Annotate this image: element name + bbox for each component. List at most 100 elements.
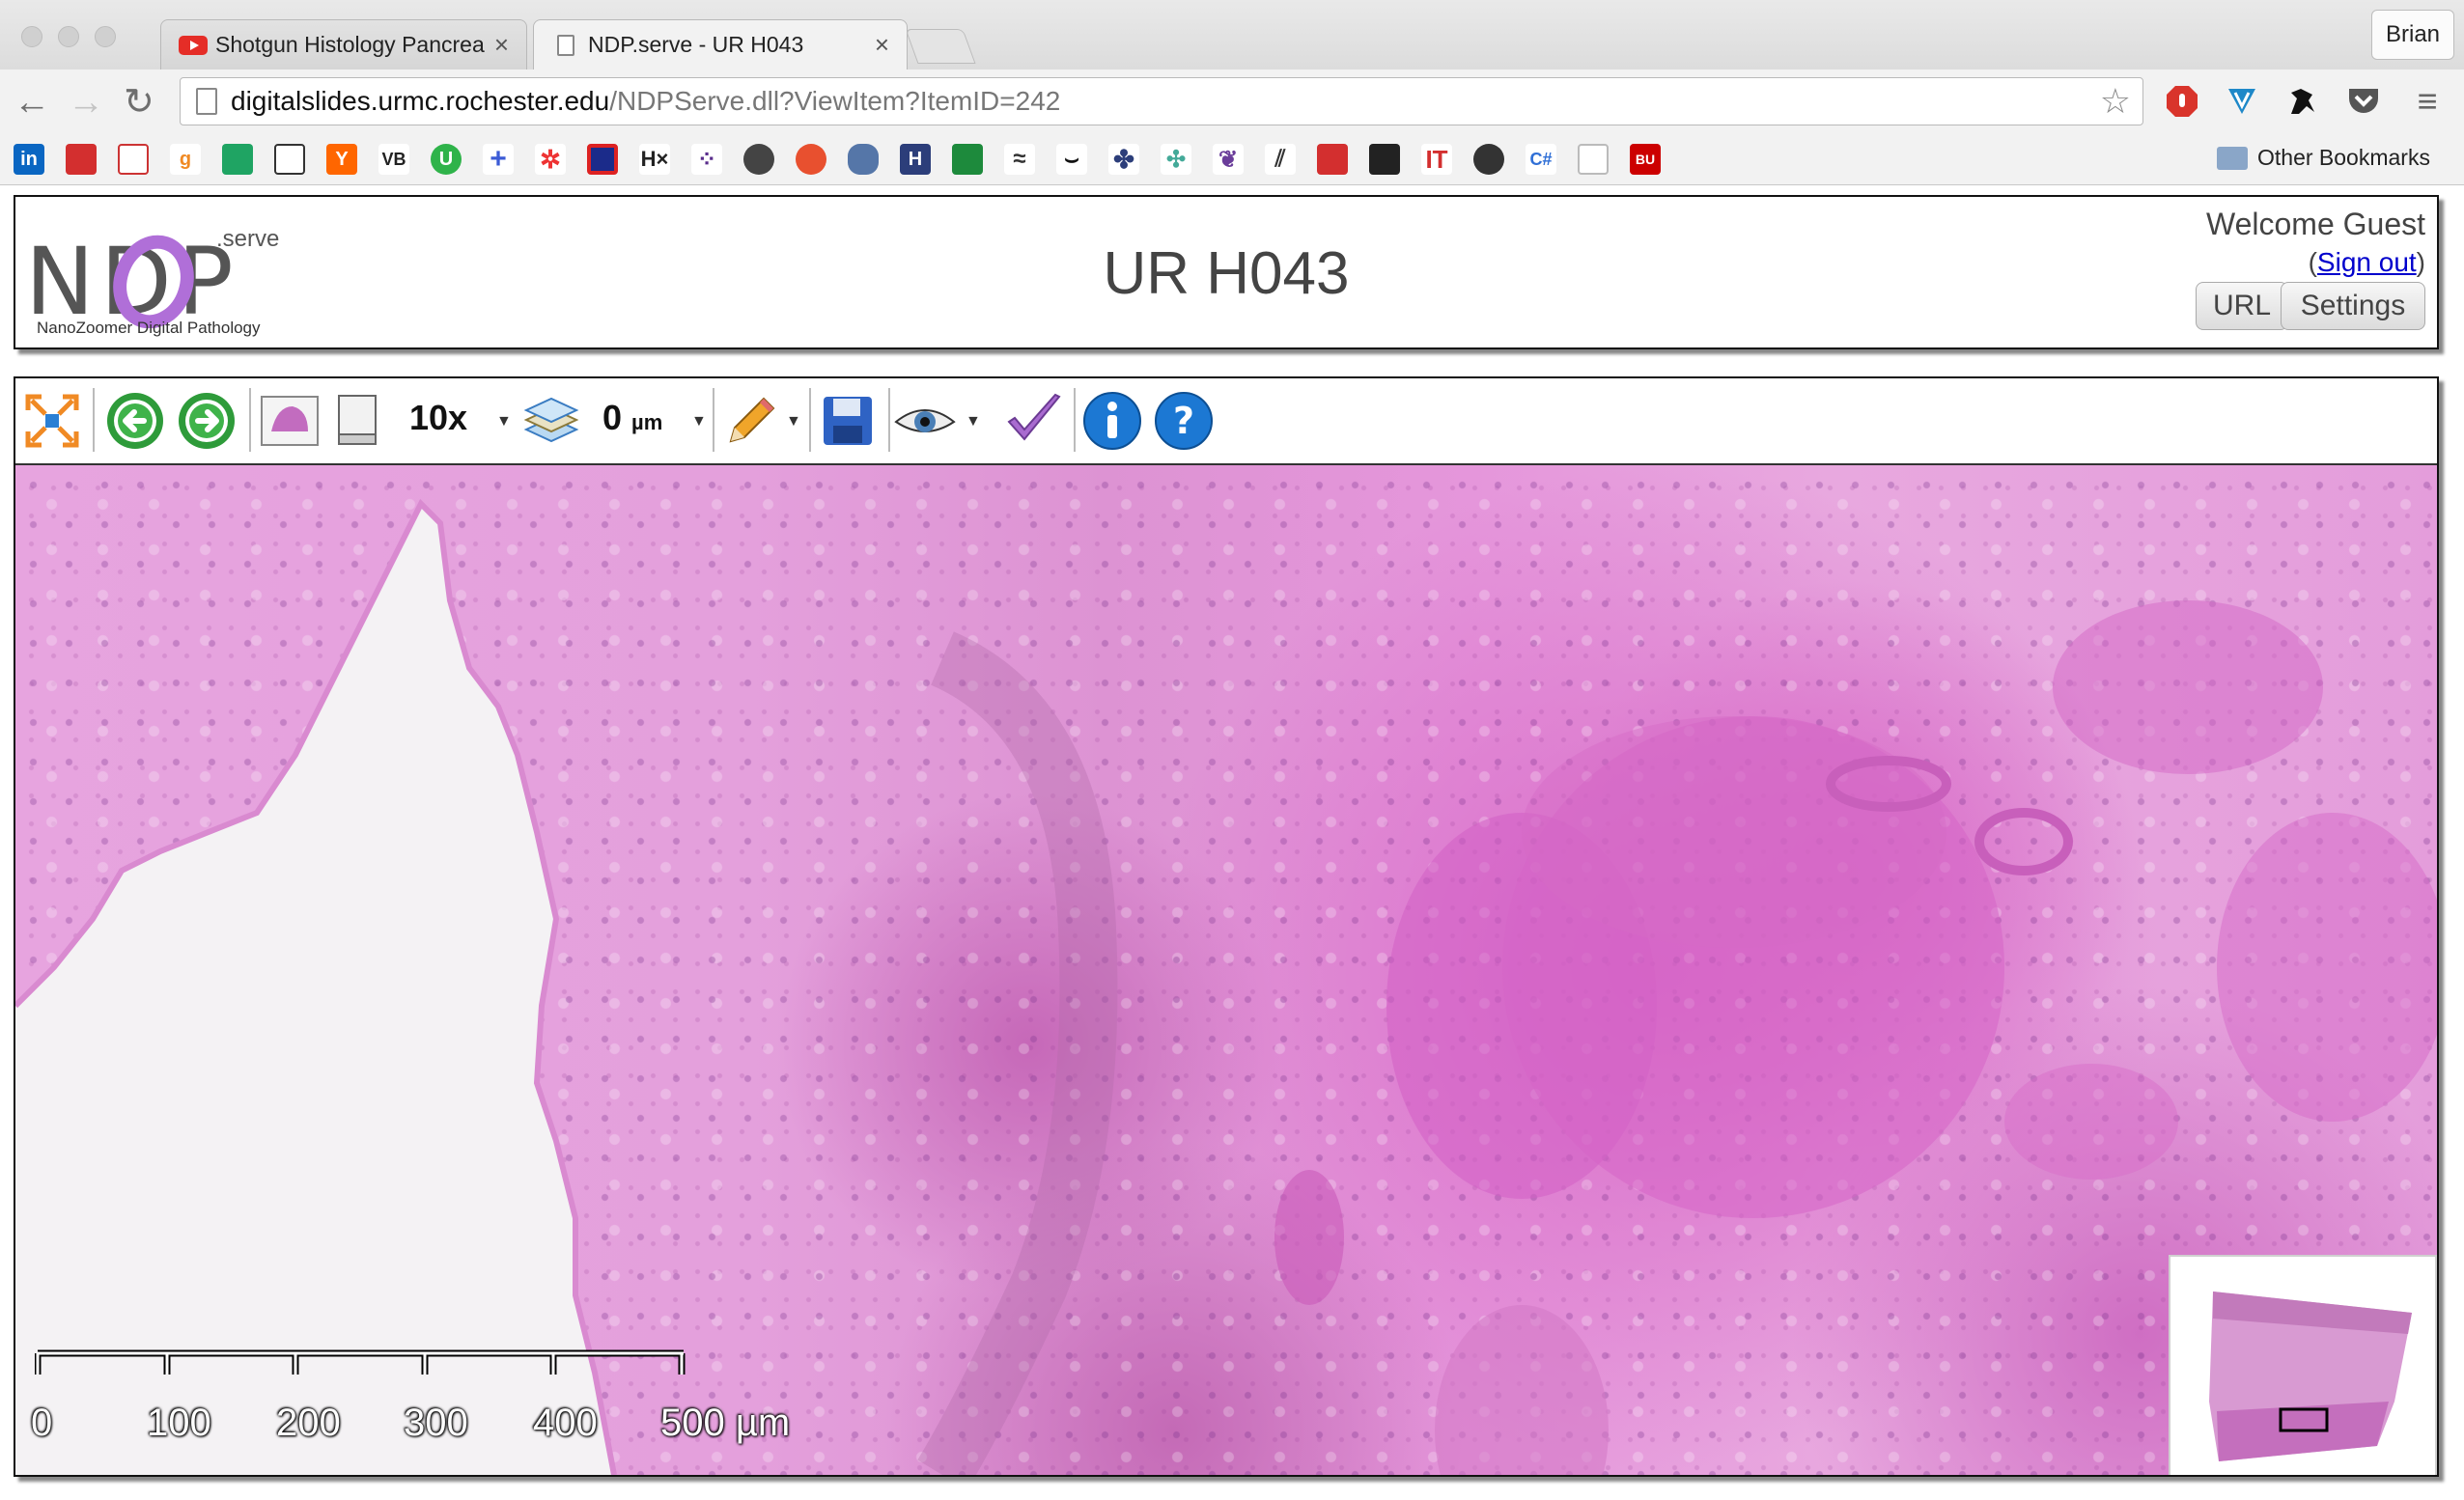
browser-toolbar: ← → ↻ digitalslides.urmc.rochester.edu /… [0, 69, 2464, 135]
focus-value[interactable]: 0 µm [602, 398, 662, 438]
slide-image[interactable]: 0 100 200 300 400 500 µm [15, 465, 2437, 1475]
horse-icon[interactable] [2284, 84, 2319, 119]
mendeley-icon[interactable] [222, 144, 253, 175]
window-minimize-button[interactable] [58, 26, 79, 47]
svg-text:?: ? [1173, 400, 1194, 442]
fit-to-screen-icon[interactable] [21, 390, 83, 452]
signout-wrapper: (Sign out) [2309, 247, 2425, 278]
wolfram-icon[interactable] [1473, 144, 1504, 175]
chevron-down-icon[interactable]: ▼ [691, 413, 707, 431]
sign-out-link[interactable]: Sign out [2317, 247, 2417, 277]
magnification-value[interactable]: 10x [409, 398, 467, 438]
appstore-icon[interactable] [743, 144, 774, 175]
paren-close: ) [2416, 247, 2425, 277]
bookmarks-bar: in g Y VB U + ✲ H× ⁘ H ≈ ⌣ ✤ ✣ ❦ ⫽ IT C#… [0, 135, 2464, 185]
scale-label: 400 [533, 1402, 598, 1444]
tab-shotgun-histology[interactable]: Shotgun Histology Pancreas × [160, 19, 527, 69]
lines-icon[interactable]: ⫽ [1265, 144, 1296, 175]
bookmark-g-icon[interactable]: g [170, 144, 201, 175]
other-bookmarks[interactable]: Other Bookmarks [2217, 145, 2430, 171]
it-icon[interactable]: IT [1421, 144, 1452, 175]
back-arrow-icon[interactable]: ← [14, 83, 50, 122]
close-icon[interactable]: × [494, 30, 509, 60]
hx-icon[interactable]: H× [639, 144, 670, 175]
bookmark-stack-icon[interactable] [118, 144, 149, 175]
plus-icon[interactable]: + [483, 143, 514, 175]
new-tab-button[interactable] [905, 29, 976, 64]
pencil-annotate-icon[interactable] [720, 390, 782, 452]
info-icon[interactable] [1081, 390, 1143, 452]
page-icon [196, 88, 217, 115]
forward-arrow-icon[interactable] [176, 390, 238, 452]
blank-page-icon[interactable] [1578, 144, 1609, 175]
tab-strip: Shotgun Histology Pancreas × NDP.serve -… [0, 0, 2464, 69]
reload-icon[interactable]: ↻ [124, 83, 154, 122]
folder-icon [2217, 146, 2248, 170]
hacker-news-icon[interactable]: Y [326, 144, 357, 175]
mustache-icon[interactable]: ⌣ [1056, 144, 1087, 175]
menu-icon[interactable]: ≡ [2410, 81, 2445, 121]
focus-number: 0 [602, 398, 623, 437]
u-icon[interactable]: U [431, 144, 462, 175]
vb-icon[interactable]: VB [378, 144, 409, 175]
forward-arrow-icon[interactable]: → [68, 83, 104, 122]
flower-icon[interactable]: ✲ [535, 144, 566, 175]
scale-label: 300 [404, 1402, 468, 1444]
focus-unit: µm [631, 410, 663, 434]
toolbar-separator [713, 388, 714, 452]
close-icon[interactable]: × [875, 30, 889, 60]
profile-button[interactable]: Brian [2371, 10, 2454, 60]
pocket-icon[interactable] [2346, 84, 2381, 119]
browser-chrome: Shotgun Histology Pancreas × NDP.serve -… [0, 0, 2464, 185]
settings-button[interactable]: Settings [2281, 282, 2425, 330]
h-icon[interactable]: H [900, 144, 931, 175]
save-disk-icon[interactable] [817, 390, 879, 452]
dark-app-icon[interactable] [1369, 144, 1400, 175]
youtube-icon [179, 35, 208, 55]
bookmark-red-icon[interactable] [66, 144, 97, 175]
toolbar-separator [1074, 388, 1076, 452]
help-icon[interactable]: ? [1153, 390, 1215, 452]
page-title: UR H043 [1103, 240, 1350, 307]
adblock-icon[interactable] [2165, 84, 2199, 119]
scale-label: 500 µm [660, 1402, 791, 1444]
overview-map[interactable] [2169, 1255, 2437, 1475]
url-host: digitalslides.urmc.rochester.edu [231, 86, 610, 116]
slide-thumbnail-icon[interactable] [259, 390, 321, 452]
stack-icon[interactable]: ≈ [1004, 144, 1035, 175]
eye-visibility-icon[interactable] [894, 390, 956, 452]
tab-ndp-serve[interactable]: NDP.serve - UR H043 × [533, 19, 908, 69]
logo-tagline: NanoZoomer Digital Pathology [37, 319, 261, 337]
bookmark-star-icon[interactable]: ☆ [2100, 81, 2131, 122]
window-close-button[interactable] [21, 26, 42, 47]
dots-icon[interactable]: ⁘ [691, 144, 722, 175]
database-icon[interactable] [848, 144, 879, 175]
grid-icon[interactable] [587, 144, 618, 175]
overview-thumbnail [2209, 1292, 2412, 1461]
url-button[interactable]: URL [2196, 282, 2288, 330]
tab-title: Shotgun Histology Pancreas [215, 32, 485, 57]
chevron-down-icon[interactable]: ▼ [786, 413, 801, 431]
address-bar[interactable]: digitalslides.urmc.rochester.edu /NDPSer… [180, 77, 2143, 125]
window-zoom-button[interactable] [95, 26, 116, 47]
bu-icon[interactable]: BU [1630, 144, 1661, 175]
chart-icon[interactable] [1317, 144, 1348, 175]
chevron-down-icon[interactable]: ▼ [966, 413, 981, 431]
paw-icon[interactable]: ✤ [1108, 144, 1139, 175]
shield-v-icon[interactable] [2225, 84, 2259, 119]
chevron-down-icon[interactable]: ▼ [496, 413, 512, 431]
url-path: /NDPServe.dll?ViewItem?ItemID=242 [609, 86, 1061, 116]
feather-icon[interactable]: ❦ [1213, 144, 1244, 175]
scale-label: 0 [31, 1402, 53, 1444]
csharp-icon[interactable]: C# [1526, 144, 1556, 175]
checkmark-icon[interactable] [1002, 390, 1064, 452]
linkedin-icon[interactable]: in [14, 144, 44, 175]
focus-layers-icon[interactable] [519, 390, 581, 452]
slide-label-icon[interactable] [326, 390, 388, 452]
back-arrow-icon[interactable] [104, 390, 166, 452]
tab-title: NDP.serve - UR H043 [588, 32, 804, 57]
tomato-icon[interactable] [796, 144, 826, 175]
news-icon[interactable] [274, 144, 305, 175]
wunderlist-icon[interactable] [952, 144, 983, 175]
network-icon[interactable]: ✣ [1161, 144, 1191, 175]
